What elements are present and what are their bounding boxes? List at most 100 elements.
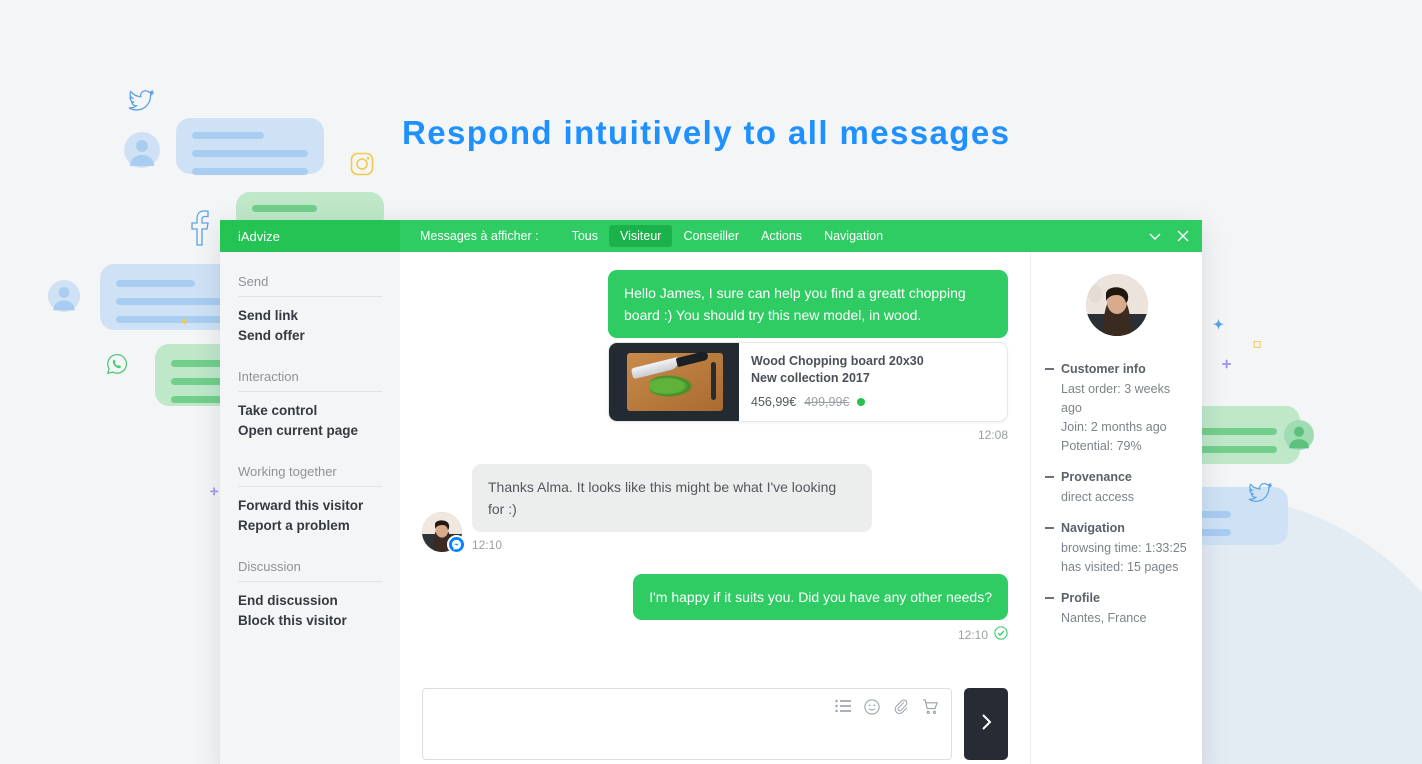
info-line: Last order: 3 weeks ago bbox=[1061, 382, 1171, 415]
info-section-profile: Profile Nantes, France bbox=[1045, 591, 1188, 628]
sidebar-item-send-link[interactable]: Send link bbox=[238, 306, 382, 326]
canned-responses-icon[interactable] bbox=[835, 699, 851, 715]
tab-navigation[interactable]: Navigation bbox=[813, 225, 894, 247]
message-composer bbox=[422, 688, 1008, 764]
sidebar-item-take-control[interactable]: Take control bbox=[238, 401, 382, 421]
timestamp-text: 12:10 bbox=[957, 627, 988, 642]
instagram-icon bbox=[350, 152, 374, 176]
product-card[interactable]: Wood Chopping board 20x30 New collection… bbox=[608, 342, 1008, 422]
section-title: Profile bbox=[1061, 591, 1100, 605]
facebook-icon bbox=[188, 210, 210, 246]
conversation-pane: Hello James, I sure can help you find a … bbox=[400, 252, 1030, 764]
sidebar-heading: Send bbox=[238, 274, 382, 297]
window-body: Send Send link Send offer Interaction Ta… bbox=[220, 252, 1202, 764]
sidebar-group-send: Send Send link Send offer bbox=[238, 274, 382, 345]
sidebar-item-forward-visitor[interactable]: Forward this visitor bbox=[238, 496, 382, 516]
tab-visiteur[interactable]: Visiteur bbox=[609, 225, 673, 247]
sidebar-heading: Discussion bbox=[238, 559, 382, 582]
sidebar-item-open-current-page[interactable]: Open current page bbox=[238, 421, 382, 441]
message-timestamp: 12:10 bbox=[472, 538, 872, 552]
section-header[interactable]: Profile bbox=[1045, 591, 1188, 605]
collapse-icon bbox=[1045, 476, 1054, 478]
visitor-info-panel: Customer info Last order: 3 weeks ago Jo… bbox=[1030, 252, 1202, 764]
messenger-icon bbox=[447, 535, 466, 554]
sidebar-item-report-problem[interactable]: Report a problem bbox=[238, 516, 382, 536]
iadvize-chat-window: iAdvize Messages à afficher : Tous Visit… bbox=[220, 220, 1202, 764]
message-timestamp: 12:10 bbox=[422, 626, 1008, 643]
sparkle-icon: ✦ bbox=[180, 317, 189, 328]
message-stream: Hello James, I sure can help you find a … bbox=[422, 270, 1008, 688]
collapse-icon bbox=[1045, 527, 1054, 529]
sparkle-icon: ✛ bbox=[210, 487, 219, 498]
info-line: Nantes, France bbox=[1061, 611, 1147, 625]
section-header[interactable]: Customer info bbox=[1045, 362, 1188, 376]
sidebar-heading: Working together bbox=[238, 464, 382, 487]
section-header[interactable]: Navigation bbox=[1045, 521, 1188, 535]
info-section-navigation: Navigation browsing time: 1:33:25 has vi… bbox=[1045, 521, 1188, 577]
collapse-icon bbox=[1045, 597, 1054, 599]
sparkle-icon: ✦ bbox=[1213, 317, 1224, 332]
section-title: Customer info bbox=[1061, 362, 1146, 376]
stock-status-dot bbox=[857, 398, 866, 406]
sidebar-group-discussion: Discussion End discussion Block this vis… bbox=[238, 559, 382, 630]
message-bubble-agent: Hello James, I sure can help you find a … bbox=[608, 270, 1008, 338]
tab-conseiller[interactable]: Conseiller bbox=[672, 225, 750, 247]
twitter-icon bbox=[128, 90, 154, 112]
send-button[interactable] bbox=[964, 688, 1008, 760]
message-bubble-agent: I'm happy if it suits you. Did you have … bbox=[633, 574, 1008, 620]
decor-bubble-blue bbox=[176, 118, 324, 175]
read-receipt-icon bbox=[994, 626, 1008, 643]
message-filter-tabs: Tous Visiteur Conseiller Actions Navigat… bbox=[561, 225, 895, 247]
attachment-icon[interactable] bbox=[893, 699, 909, 715]
info-line: Join: 2 months ago bbox=[1061, 420, 1167, 434]
info-section-provenance: Provenance direct access bbox=[1045, 470, 1188, 507]
chevron-down-icon[interactable] bbox=[1148, 229, 1162, 243]
section-title: Provenance bbox=[1061, 470, 1132, 484]
window-header: iAdvize Messages à afficher : Tous Visit… bbox=[220, 220, 1202, 252]
product-subtitle: New collection 2017 bbox=[751, 371, 870, 385]
product-details: Wood Chopping board 20x30 New collection… bbox=[739, 343, 936, 421]
product-card-row: Wood Chopping board 20x30 New collection… bbox=[422, 338, 1008, 422]
sidebar-item-block-visitor[interactable]: Block this visitor bbox=[238, 611, 382, 631]
product-image bbox=[609, 343, 739, 421]
actions-sidebar: Send Send link Send offer Interaction Ta… bbox=[220, 252, 400, 764]
avatar-icon bbox=[48, 280, 80, 312]
info-section-customer-info: Customer info Last order: 3 weeks ago Jo… bbox=[1045, 362, 1188, 456]
sidebar-heading: Interaction bbox=[238, 369, 382, 392]
collapse-icon bbox=[1045, 368, 1054, 370]
sidebar-item-end-discussion[interactable]: End discussion bbox=[238, 591, 382, 611]
sidebar-group-working-together: Working together Forward this visitor Re… bbox=[238, 464, 382, 535]
close-icon[interactable] bbox=[1176, 229, 1190, 243]
agent-avatar bbox=[1085, 274, 1148, 336]
product-name: Wood Chopping board 20x30 bbox=[751, 354, 924, 368]
composer-inputbox bbox=[422, 688, 952, 760]
message-row: Thanks Alma. It looks like this might be… bbox=[422, 464, 1008, 554]
twitter-icon bbox=[1248, 483, 1272, 503]
avatar bbox=[422, 512, 466, 554]
avatar-icon bbox=[1284, 420, 1314, 450]
avatar-icon bbox=[124, 132, 160, 168]
section-title: Navigation bbox=[1061, 521, 1125, 535]
message-row: I'm happy if it suits you. Did you have … bbox=[422, 574, 1008, 620]
chevron-right-icon bbox=[978, 711, 994, 738]
page-root: ✦ ◻ ✛ ✦ ✛ Respond intuitively to all mes… bbox=[0, 0, 1422, 764]
timestamp-text: 12:10 bbox=[472, 538, 503, 552]
brand-label: iAdvize bbox=[220, 220, 400, 252]
emoji-icon[interactable] bbox=[864, 699, 880, 715]
tab-actions[interactable]: Actions bbox=[750, 225, 813, 247]
sidebar-group-interaction: Interaction Take control Open current pa… bbox=[238, 369, 382, 440]
product-price: 456,99€ bbox=[751, 395, 797, 409]
message-row: Hello James, I sure can help you find a … bbox=[422, 270, 1008, 338]
sidebar-item-send-offer[interactable]: Send offer bbox=[238, 326, 382, 346]
info-line: Potential: 79% bbox=[1061, 439, 1142, 453]
timestamp-text: 12:08 bbox=[977, 428, 1008, 442]
tab-tous[interactable]: Tous bbox=[561, 225, 609, 247]
message-bubble-visitor: Thanks Alma. It looks like this might be… bbox=[472, 464, 872, 532]
section-header[interactable]: Provenance bbox=[1045, 470, 1188, 484]
sparkle-icon: ◻ bbox=[1253, 339, 1262, 350]
info-line: direct access bbox=[1061, 490, 1134, 504]
product-prices: 456,99€ 499,99€ bbox=[751, 395, 924, 409]
cart-icon[interactable] bbox=[922, 699, 939, 715]
page-title: Respond intuitively to all messages bbox=[402, 114, 1011, 151]
info-line: has visited: 15 pages bbox=[1061, 560, 1179, 574]
